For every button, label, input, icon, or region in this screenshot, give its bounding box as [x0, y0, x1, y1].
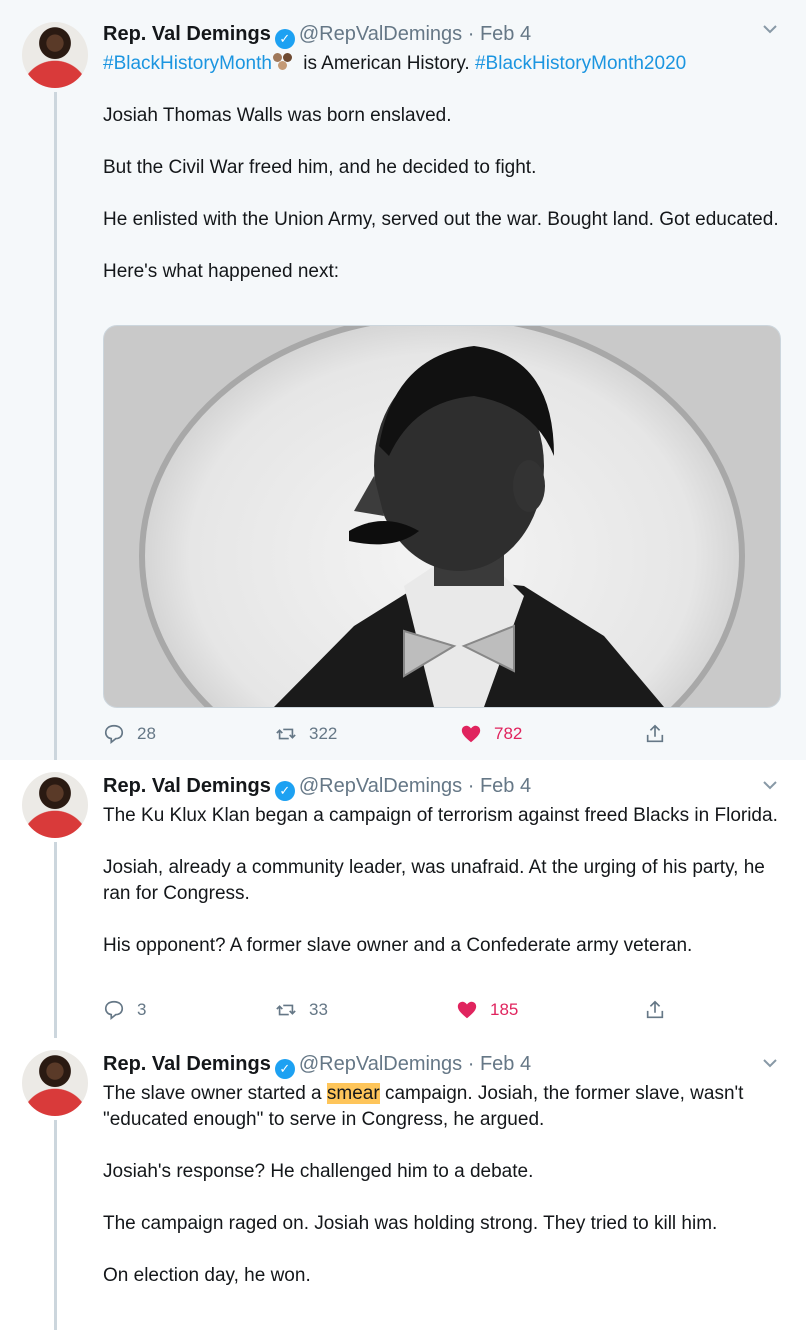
reply-button[interactable]: 28 — [103, 719, 156, 749]
tweet-date[interactable]: · Feb 4 — [468, 1053, 531, 1075]
tweet-actions: 28 322 782 — [103, 719, 683, 749]
share-button[interactable] — [644, 719, 666, 749]
reply-icon — [104, 724, 124, 744]
paragraph: On election day, he won. — [103, 1265, 311, 1286]
chevron-down-icon[interactable] — [762, 778, 778, 796]
retweet-count: 33 — [309, 1000, 328, 1019]
avatar[interactable] — [22, 1050, 88, 1116]
paragraph: But the Civil War freed him, and he deci… — [103, 157, 537, 178]
retweet-count: 322 — [309, 724, 338, 743]
reply-button[interactable]: 3 — [103, 995, 146, 1025]
reply-icon — [104, 1000, 124, 1020]
hashtag-link[interactable]: #BlackHistoryMonth2020 — [475, 53, 686, 74]
paragraph-text: The slave owner started a — [103, 1083, 327, 1104]
paragraph: The campaign raged on. Josiah was holdin… — [103, 1213, 718, 1234]
author-handle[interactable]: @RepValDemings — [299, 1053, 462, 1075]
avatar[interactable] — [22, 772, 88, 838]
like-count: 185 — [490, 1000, 519, 1019]
tweet-photo[interactable] — [103, 325, 781, 708]
tweet-header: Rep. Val Demings ✓ @RepValDemings · Feb 4 — [103, 773, 531, 801]
author-name[interactable]: Rep. Val Demings — [103, 23, 271, 45]
reply-count: 3 — [137, 1000, 147, 1019]
like-count: 782 — [494, 724, 523, 743]
hashtag-link[interactable]: #BlackHistoryMonth — [103, 53, 272, 74]
heart-icon — [457, 1001, 477, 1019]
paragraph: The slave owner started a smear campaign… — [103, 1081, 783, 1133]
retweet-button[interactable]: 322 — [275, 719, 337, 749]
tweet-header: Rep. Val Demings ✓ @RepValDemings · Feb 4 — [103, 21, 531, 49]
reply-count: 28 — [137, 724, 156, 743]
share-icon — [646, 1000, 664, 1019]
tweet-text: The slave owner started a smear campaign… — [103, 1081, 783, 1315]
verified-badge-icon: ✓ — [274, 29, 295, 49]
tweet-2[interactable]: Rep. Val Demings ✓ @RepValDemings · Feb 4 … — [0, 760, 806, 1038]
tweet-text: The Ku Klux Klan began a campaign of ter… — [103, 803, 783, 959]
like-button[interactable]: 185 — [456, 995, 518, 1025]
headline-text: is American History. — [297, 53, 475, 74]
retweet-icon — [276, 728, 296, 740]
author-name[interactable]: Rep. Val Demings — [103, 775, 271, 797]
tweet-date[interactable]: · Feb 4 — [468, 775, 531, 797]
like-button[interactable]: 782 — [460, 719, 522, 749]
retweet-icon — [276, 1004, 296, 1016]
tweet-text: #BlackHistoryMonth is American History. … — [103, 51, 783, 311]
paragraph: Josiah Thomas Walls was born enslaved. — [103, 105, 452, 126]
author-handle[interactable]: @RepValDemings — [299, 23, 462, 45]
tweet-actions: 3 33 185 — [103, 995, 683, 1025]
paragraph: Here's what happened next: — [103, 261, 340, 282]
thread-line — [54, 842, 57, 1038]
paragraph: Josiah's response? He challenged him to … — [103, 1161, 534, 1182]
thread-line — [54, 1120, 57, 1330]
heart-icon — [461, 725, 481, 743]
retweet-button[interactable]: 33 — [275, 995, 328, 1025]
tweet-header: Rep. Val Demings ✓ @RepValDemings · Feb 4 — [103, 1051, 531, 1079]
author-handle[interactable]: @RepValDemings — [299, 775, 462, 797]
tweet-1[interactable]: Rep. Val Demings ✓ @RepValDemings · Feb 4 … — [0, 0, 806, 760]
paragraph: Josiah, already a community leader, was … — [103, 857, 765, 904]
chevron-down-icon[interactable] — [762, 1056, 778, 1074]
paragraph: His opponent? A former slave owner and a… — [103, 935, 693, 956]
tweet-date[interactable]: · Feb 4 — [468, 23, 531, 45]
share-icon — [646, 724, 664, 743]
avatar[interactable] — [22, 22, 88, 88]
chevron-down-icon[interactable] — [762, 22, 778, 40]
tweet-3[interactable]: Rep. Val Demings ✓ @RepValDemings · Feb 4 … — [0, 1038, 806, 1330]
paragraph: The Ku Klux Klan began a campaign of ter… — [103, 805, 778, 826]
thread-line — [54, 92, 57, 760]
verified-badge-icon: ✓ — [274, 1059, 295, 1079]
paragraph: He enlisted with the Union Army, served … — [103, 209, 779, 230]
verified-badge-icon: ✓ — [274, 781, 295, 801]
search-highlight: smear — [326, 1083, 380, 1104]
author-name[interactable]: Rep. Val Demings — [103, 1053, 271, 1075]
hands-emoji-icon — [272, 52, 294, 72]
share-button[interactable] — [644, 995, 666, 1025]
